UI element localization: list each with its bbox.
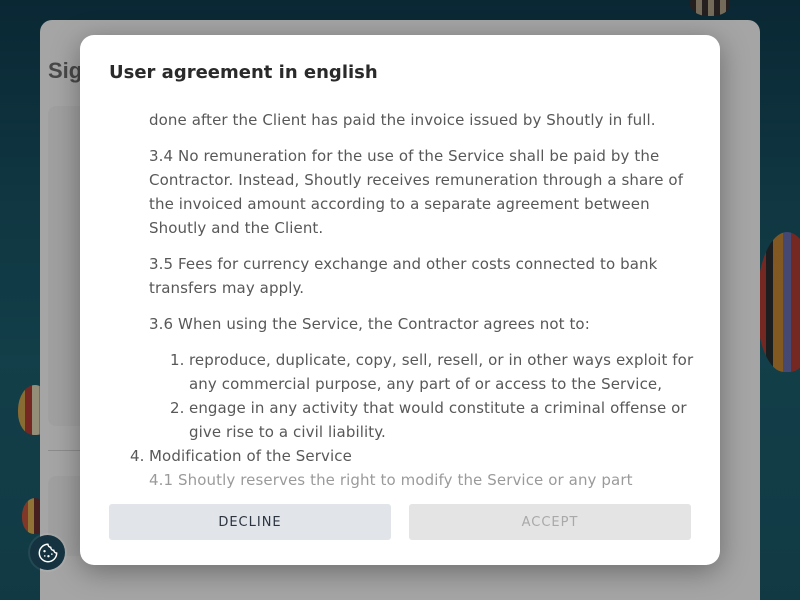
agreement-paragraph-3-6: 3.6 When using the Service, the Contract… — [149, 315, 590, 333]
agreement-paragraph: done after the Client has paid the invoi… — [149, 111, 656, 129]
dialog-footer: DECLINE ACCEPT — [109, 504, 691, 540]
agreement-paragraph-3-5: 3.5 Fees for currency exchange and other… — [149, 255, 658, 297]
agreement-sublist-3-6: 1. reproduce, duplicate, copy, sell, res… — [80, 348, 720, 444]
cookie-icon — [38, 543, 57, 562]
user-agreement-dialog: User agreement in english done after the… — [80, 35, 720, 565]
agreement-section-4-heading: 4. Modification of the Service — [80, 444, 720, 468]
agreement-scroll-area[interactable]: done after the Client has paid the invoi… — [80, 110, 720, 502]
agreement-text: done after the Client has paid the invoi… — [80, 110, 720, 492]
list-item-text: engage in any activity that would consti… — [189, 399, 687, 441]
cookie-settings-button[interactable] — [30, 535, 65, 570]
list-item-number: 2. — [170, 399, 185, 417]
agreement-paragraph-4-1: 4.1 Shoutly reserves the right to modify… — [149, 471, 633, 489]
accept-button[interactable]: ACCEPT — [409, 504, 691, 540]
dialog-title: User agreement in english — [109, 62, 378, 83]
decline-button[interactable]: DECLINE — [109, 504, 391, 540]
section-title: Modification of the Service — [149, 447, 352, 465]
section-number: 4. — [130, 447, 145, 465]
list-item-text: reproduce, duplicate, copy, sell, resell… — [189, 351, 694, 393]
agreement-paragraph-3-4: 3.4 No remuneration for the use of the S… — [149, 147, 684, 237]
list-item: 1. reproduce, duplicate, copy, sell, res… — [80, 348, 720, 396]
list-item-number: 1. — [170, 351, 185, 369]
list-item: 2. engage in any activity that would con… — [80, 396, 720, 444]
